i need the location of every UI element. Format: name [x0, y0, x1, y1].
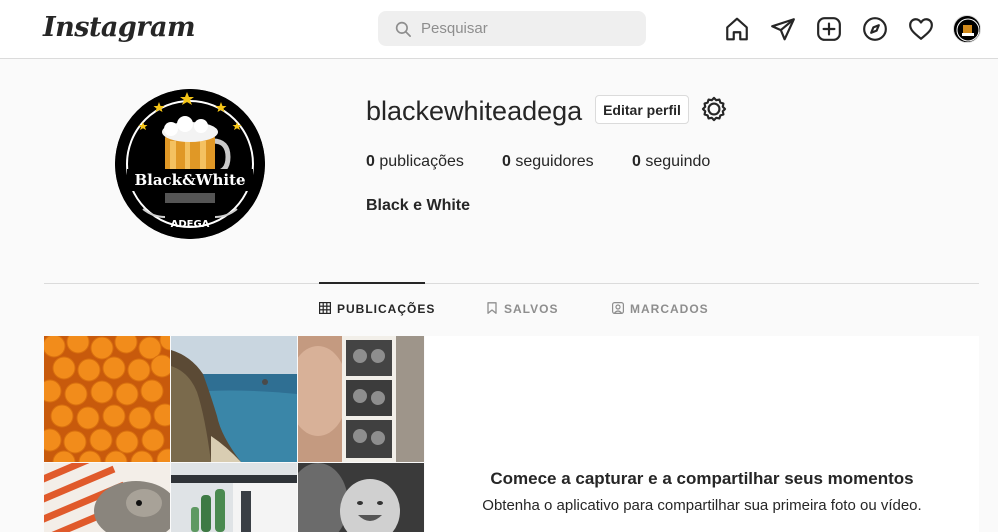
search-icon: [395, 21, 411, 37]
adega-logo: Black&White ADEGA: [115, 89, 265, 239]
empty-state-title: Comece a capturar e a compartilhar seus …: [490, 469, 914, 488]
gallery-photo-baby[interactable]: [298, 463, 424, 532]
tab-label: SALVOS: [504, 302, 559, 316]
activity-icon[interactable]: [908, 16, 934, 42]
tab-salvos[interactable]: SALVOS: [486, 302, 558, 318]
profile-full-name: Black e White: [366, 197, 471, 214]
posts-label: publicações: [379, 153, 464, 170]
following-stat[interactable]: 0 seguindo: [632, 153, 710, 171]
instagram-logo[interactable]: Instagram: [43, 12, 196, 43]
following-label: seguindo: [645, 153, 711, 170]
profile-username: blackewhiteadega: [366, 96, 583, 126]
empty-state-subtitle: Obtenha o aplicativo para compartilhar s…: [482, 497, 922, 514]
tab-label: MARCADOS: [630, 302, 709, 316]
profile-avatar[interactable]: [953, 15, 981, 43]
gallery-photo-oranges[interactable]: [44, 336, 170, 462]
tabs-divider: [44, 283, 979, 284]
explore-icon[interactable]: [862, 16, 888, 42]
bookmark-icon: [487, 302, 497, 314]
logo-sub-text: ADEGA: [171, 219, 210, 230]
search-input[interactable]: [421, 11, 636, 46]
profile-picture[interactable]: Black&White ADEGA: [115, 89, 265, 239]
tab-publicacoes[interactable]: PUBLICAÇÕES: [319, 302, 435, 318]
home-icon[interactable]: [724, 16, 750, 42]
search-box[interactable]: [378, 11, 646, 46]
edit-profile-button[interactable]: Editar perfil: [595, 95, 689, 124]
posts-stat: 0 publicações: [366, 153, 464, 171]
top-navigation: Instagram: [0, 0, 998, 59]
followers-count: 0: [502, 153, 511, 170]
following-count: 0: [632, 153, 641, 170]
gallery-photo-dog[interactable]: [44, 463, 170, 532]
posts-count: 0: [366, 153, 375, 170]
tab-label: PUBLICAÇÕES: [337, 302, 436, 316]
logo-brand-text: Black&White: [134, 171, 245, 189]
grid-icon: [319, 302, 332, 315]
tab-marcados[interactable]: MARCADOS: [612, 302, 709, 318]
gallery-photo-cactus[interactable]: [171, 463, 297, 532]
settings-icon[interactable]: [701, 96, 727, 122]
empty-state-panel: Comece a capturar e a compartilhar seus …: [425, 336, 979, 532]
tagged-icon: [612, 302, 625, 315]
gallery-photo-coastline[interactable]: [171, 336, 297, 462]
followers-label: seguidores: [515, 153, 594, 170]
direct-icon[interactable]: [770, 16, 796, 42]
new-post-icon[interactable]: [816, 16, 842, 42]
active-tab-indicator: [319, 282, 425, 284]
gallery-photo-photobooth[interactable]: [298, 336, 424, 462]
followers-stat[interactable]: 0 seguidores: [502, 153, 594, 171]
